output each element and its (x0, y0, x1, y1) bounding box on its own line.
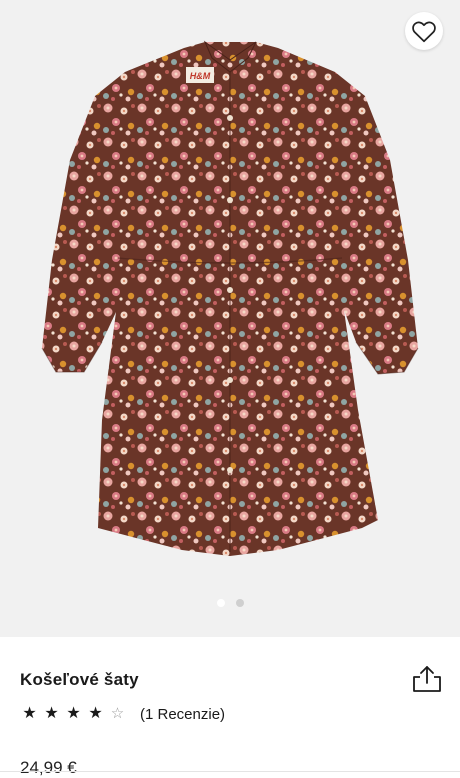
favorite-button[interactable] (405, 12, 443, 50)
carousel-dot-2[interactable] (235, 599, 244, 607)
product-info: Košeľové šaty ★ ★ ★ ★ ☆ (1 Recenzie) 24,… (0, 637, 460, 777)
carousel-dot-1[interactable] (216, 599, 225, 607)
rating-stars: ★ ★ ★ ★ ☆ (20, 705, 127, 723)
product-image[interactable]: H&M (0, 0, 460, 637)
carousel-indicator (0, 599, 460, 607)
star-filled-icon: ★ (22, 705, 37, 722)
brand-tag-logo: H&M (190, 71, 211, 81)
star-filled-icon: ★ (44, 705, 59, 722)
product-image-gallery[interactable]: H&M (0, 0, 460, 637)
product-price: 24,99 € (20, 758, 77, 777)
star-empty-icon: ☆ (110, 705, 125, 722)
star-filled-icon: ★ (88, 705, 103, 722)
star-filled-icon: ★ (66, 705, 81, 722)
product-title: Košeľové šaty (20, 670, 139, 689)
share-icon[interactable] (410, 664, 444, 694)
reviews-link[interactable]: (1 Recenzie) (140, 706, 225, 723)
divider (0, 771, 460, 772)
heart-outline-icon (412, 21, 436, 43)
rating-row[interactable]: ★ ★ ★ ★ ☆ (1 Recenzie) (20, 705, 225, 723)
